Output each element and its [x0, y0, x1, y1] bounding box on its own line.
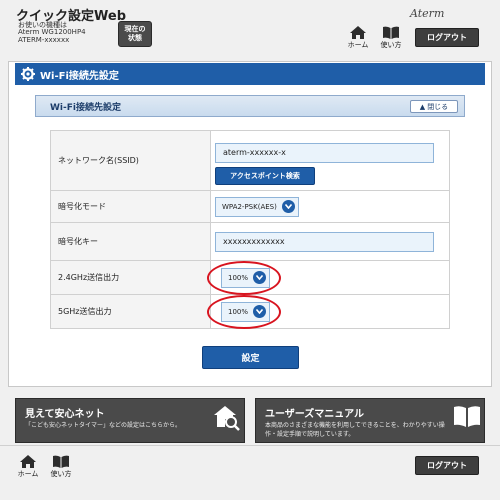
brand-logo: Aterm	[410, 7, 445, 20]
chevron-down-icon	[281, 200, 295, 213]
book-icon	[454, 406, 480, 427]
power24-label: 2.4GHz送信出力	[50, 260, 211, 295]
table-row: 暗号化モード WPA2-PSK(AES)	[50, 190, 450, 223]
subsection-header: Wi-Fi接続先設定	[35, 95, 465, 117]
highlight-oval	[207, 260, 281, 295]
power5-label: 5GHz送信出力	[50, 294, 211, 329]
footer-help-label: 使い方	[50, 470, 72, 478]
submit-button[interactable]: 設定	[202, 346, 299, 369]
user-manual-card[interactable]: ユーザーズマニュアル 本商品のさまざまな機能を利用してできることを、わかりやすい…	[255, 398, 485, 443]
device-name: ATERM-xxxxxx	[18, 36, 70, 44]
enc-mode-select[interactable]: WPA2-PSK(AES)	[215, 196, 299, 217]
house-search-icon	[214, 406, 240, 431]
device-model: Aterm WG1200HP4	[18, 28, 86, 36]
home-icon	[350, 26, 366, 39]
enc-mode-value: WPA2-PSK(AES)	[222, 202, 277, 211]
user-manual-title: ユーザーズマニュアル	[265, 409, 364, 420]
user-manual-desc-line2: 作・設定手順で説明しています。	[265, 431, 355, 438]
highlight-oval	[207, 294, 281, 329]
table-row: 5GHz送信出力 100%	[50, 294, 450, 329]
footer-divider	[0, 445, 500, 446]
footer-home-button[interactable]: ホーム	[14, 455, 42, 483]
table-row: ネットワーク名(SSID) aterm-xxxxxx-x アクセスポイント検索	[50, 130, 450, 191]
help-label: 使い方	[380, 41, 402, 49]
collapse-button[interactable]: ▲ 閉じる	[410, 100, 458, 113]
help-button[interactable]: 使い方	[377, 26, 405, 54]
status-button[interactable]: 現在の 状態	[118, 21, 152, 47]
book-icon	[53, 455, 69, 468]
user-manual-desc: 本商品のさまざまな機能を利用してできることを、わかりやすい操 作・設定手順で説明…	[265, 421, 465, 439]
footer-help-button[interactable]: 使い方	[47, 455, 75, 483]
status-button-line2: 状態	[128, 34, 142, 42]
ssid-label: ネットワーク名(SSID)	[50, 130, 211, 191]
gear-icon	[21, 67, 35, 81]
ap-search-button[interactable]: アクセスポイント検索	[215, 166, 315, 185]
safety-net-title: 見えて安心ネット	[25, 409, 105, 420]
safety-net-card[interactable]: 見えて安心ネット 「こども安心ネットタイマー」などの設定はこちらから。	[15, 398, 245, 443]
status-button-line1: 現在の	[124, 25, 146, 33]
enc-mode-label: 暗号化モード	[50, 190, 211, 223]
section-header: Wi-Fi接続先設定	[15, 63, 485, 85]
logout-button[interactable]: ログアウト	[415, 28, 479, 47]
footer-logout-button[interactable]: ログアウト	[415, 456, 479, 475]
subsection-title: Wi-Fi接続先設定	[50, 102, 121, 113]
home-button[interactable]: ホーム	[344, 26, 372, 54]
home-icon	[20, 455, 36, 468]
footer-home-label: ホーム	[17, 470, 39, 478]
settings-table: ネットワーク名(SSID) aterm-xxxxxx-x アクセスポイント検索 …	[50, 130, 450, 329]
table-row: 暗号化キー xxxxxxxxxxxxx	[50, 222, 450, 261]
collapse-label: 閉じる	[427, 102, 449, 111]
section-title: Wi-Fi接続先設定	[40, 70, 119, 82]
table-row: 2.4GHz送信出力 100%	[50, 260, 450, 295]
user-manual-desc-line1: 本商品のさまざまな機能を利用してできることを、わかりやすい操	[265, 422, 445, 429]
ssid-field[interactable]: aterm-xxxxxx-x	[215, 142, 434, 163]
enc-key-field[interactable]: xxxxxxxxxxxxx	[215, 231, 434, 252]
chevron-up-icon: ▲	[419, 102, 426, 111]
book-icon	[383, 26, 399, 39]
safety-net-desc: 「こども安心ネットタイマー」などの設定はこちらから。	[25, 422, 182, 429]
enc-key-label: 暗号化キー	[50, 222, 211, 261]
home-label: ホーム	[347, 41, 369, 49]
